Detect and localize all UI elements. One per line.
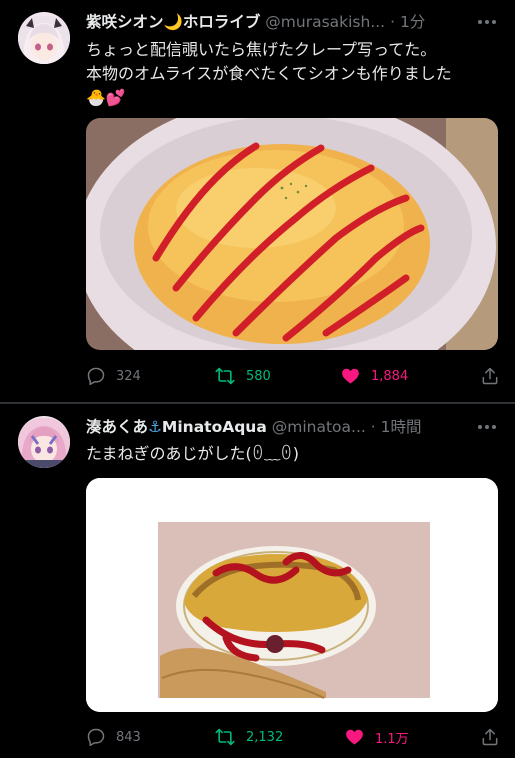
tweet-text-line: 本物のオムライスが食べたくてシオンも作りました	[86, 64, 452, 83]
share-icon	[482, 728, 498, 746]
tweet-text-line: ちょっと配信覗いたら焦げたクレープ写ってた。	[86, 40, 437, 59]
reply-button[interactable]: 324	[86, 363, 141, 389]
avatar[interactable]	[18, 416, 70, 468]
like-button[interactable]: 1,884	[340, 363, 408, 389]
share-button[interactable]	[480, 363, 500, 389]
separator-dot: ·	[370, 418, 376, 436]
retweet-icon	[215, 367, 235, 385]
tweet-text: たまねぎのあじがした(ꏿ﹏ꏿ)	[86, 444, 300, 463]
retweet-icon	[215, 728, 235, 746]
moon-emoji: 🌙	[163, 13, 183, 31]
tweet-2[interactable]: 湊あくあ⚓MinatoAqua @minatoa... · 1時間 たまねぎのあ…	[0, 404, 515, 758]
reply-icon	[87, 367, 105, 386]
username[interactable]: @minatoa...	[272, 418, 366, 436]
retweet-button[interactable]: 580	[214, 363, 271, 389]
reply-icon	[87, 728, 105, 747]
retweet-count: 580	[246, 368, 271, 384]
like-count: 1.1万	[375, 731, 409, 747]
tweet-header: 紫咲シオン🌙ホロライブ @murasakish... · 1分	[86, 10, 506, 34]
reply-count: 324	[116, 368, 141, 384]
more-icon[interactable]	[475, 10, 499, 34]
username[interactable]: @murasakish...	[265, 13, 385, 31]
tweet-actions: 843 2,132 1.1万	[86, 724, 501, 750]
tweet-photo-omelet[interactable]	[86, 478, 498, 712]
reply-count: 843	[116, 729, 141, 745]
timestamp[interactable]: 1分	[400, 13, 425, 31]
tweet-actions: 324 580 1,884	[86, 363, 501, 389]
anchor-emoji: ⚓	[148, 418, 162, 436]
separator-dot: ·	[390, 13, 395, 31]
tweet-text: ちょっと配信覗いたら焦げたクレープ写ってた。 本物のオムライスが食べたくてシオン…	[86, 38, 501, 110]
retweet-button[interactable]: 2,132	[214, 724, 283, 750]
avatar[interactable]	[18, 12, 70, 64]
like-icon	[342, 368, 359, 384]
tweet-photo-omurice[interactable]	[86, 118, 498, 350]
retweet-count: 2,132	[246, 729, 284, 745]
like-count: 1,884	[371, 368, 409, 384]
share-button[interactable]	[480, 724, 500, 750]
display-name[interactable]: 湊あくあ⚓MinatoAqua	[86, 418, 267, 436]
reply-button[interactable]: 843	[86, 724, 141, 750]
tweet-1[interactable]: 紫咲シオン🌙ホロライブ @murasakish... · 1分 ちょっと配信覗い…	[0, 0, 515, 403]
more-icon[interactable]	[475, 415, 499, 439]
tweet-emoji: 🐣💕	[86, 88, 126, 107]
display-name[interactable]: 紫咲シオン🌙ホロライブ	[86, 13, 260, 31]
like-button[interactable]: 1.1万	[344, 724, 409, 750]
like-icon	[346, 729, 363, 745]
share-icon	[482, 367, 498, 385]
tweet-header: 湊あくあ⚓MinatoAqua @minatoa... · 1時間	[86, 415, 506, 439]
timestamp[interactable]: 1時間	[381, 418, 422, 436]
